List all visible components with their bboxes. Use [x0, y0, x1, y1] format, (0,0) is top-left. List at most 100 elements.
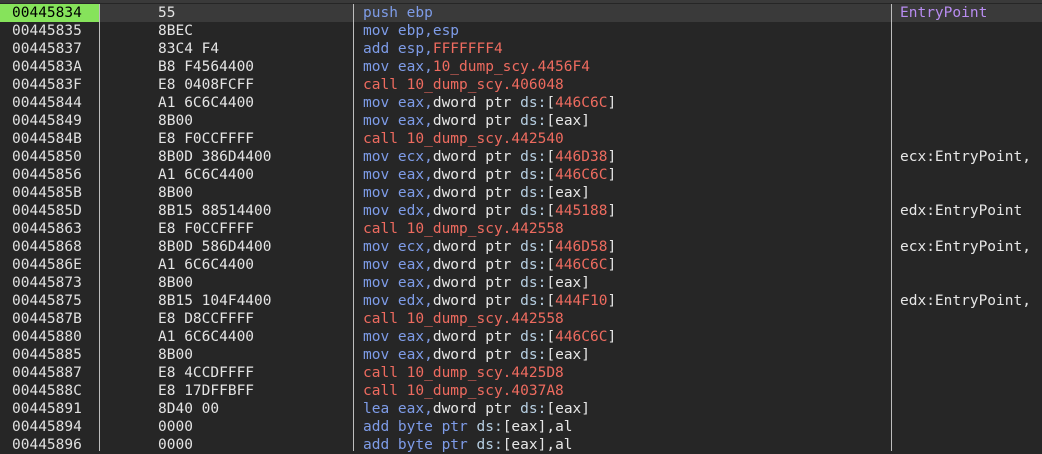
bytes-cell[interactable]: 0000 — [158, 436, 348, 454]
address-cell[interactable]: 00445850 — [0, 148, 99, 166]
address-cell[interactable]: 0044583A — [0, 58, 99, 76]
disasm-row[interactable]: 00445875 8B15 104F4400 mov edx,dword ptr d… — [0, 292, 1042, 310]
disasm-row[interactable]: 00445837 83C4 F4 add esp,FFFFFFF4 — [0, 40, 1042, 58]
bytes-cell[interactable]: E8 17DFFBFF — [158, 382, 348, 400]
comment-cell[interactable] — [900, 40, 1042, 58]
bytes-cell[interactable]: 8B0D 386D4400 — [158, 148, 348, 166]
address-cell[interactable]: 00445896 — [0, 436, 99, 454]
instruction-cell[interactable]: add esp,FFFFFFF4 — [363, 40, 888, 58]
instruction-cell[interactable]: mov eax,dword ptr ds:[446C6C] — [363, 166, 888, 184]
address-cell[interactable]: 00445880 — [0, 328, 99, 346]
disasm-row[interactable]: 0044587B E8 D8CCFFFF call 10_dump_scy.4425… — [0, 310, 1042, 328]
instruction-cell[interactable]: mov ecx,dword ptr ds:[446D58] — [363, 238, 888, 256]
bytes-cell[interactable]: E8 D8CCFFFF — [158, 310, 348, 328]
address-cell[interactable]: 0044585D — [0, 202, 99, 220]
comment-cell[interactable]: edx:EntryPoint, — [900, 292, 1042, 310]
bytes-cell[interactable]: 8B0D 586D4400 — [158, 238, 348, 256]
instruction-cell[interactable]: mov ecx,dword ptr ds:[446D38] — [363, 148, 888, 166]
bytes-cell[interactable]: 8B15 104F4400 — [158, 292, 348, 310]
bytes-cell[interactable]: E8 F0CCFFFF — [158, 130, 348, 148]
disasm-row[interactable]: 00445896 0000 add byte ptr ds:[eax],al — [0, 436, 1042, 454]
address-cell[interactable]: 00445856 — [0, 166, 99, 184]
address-cell[interactable]: 0044584B — [0, 130, 99, 148]
disasm-row[interactable]: 00445849 8B00 mov eax,dword ptr ds:[eax] — [0, 112, 1042, 130]
disasm-row[interactable]: 0044588C E8 17DFFBFF call 10_dump_scy.4037… — [0, 382, 1042, 400]
comment-cell[interactable] — [900, 310, 1042, 328]
bytes-cell[interactable]: 8B00 — [158, 346, 348, 364]
comment-cell[interactable] — [900, 130, 1042, 148]
instruction-cell[interactable]: mov ebp,esp — [363, 22, 888, 40]
bytes-cell[interactable]: A1 6C6C4400 — [158, 94, 348, 112]
comment-cell[interactable]: EntryPoint — [900, 4, 1042, 22]
address-cell[interactable]: 00445863 — [0, 220, 99, 238]
instruction-cell[interactable]: mov eax,dword ptr ds:[eax] — [363, 184, 888, 202]
address-cell[interactable]: 00445887 — [0, 364, 99, 382]
instruction-cell[interactable]: lea eax,dword ptr ds:[eax] — [363, 400, 888, 418]
comment-cell[interactable] — [900, 112, 1042, 130]
address-cell[interactable]: 00445875 — [0, 292, 99, 310]
comment-cell[interactable] — [900, 184, 1042, 202]
bytes-cell[interactable]: 8B00 — [158, 274, 348, 292]
comment-cell[interactable] — [900, 166, 1042, 184]
disasm-row[interactable]: 00445856 A1 6C6C4400 mov eax,dword ptr ds:… — [0, 166, 1042, 184]
bytes-cell[interactable]: A1 6C6C4400 — [158, 256, 348, 274]
instruction-cell[interactable]: mov eax,dword ptr ds:[446C6C] — [363, 256, 888, 274]
bytes-cell[interactable]: A1 6C6C4400 — [158, 328, 348, 346]
instruction-cell[interactable]: call 10_dump_scy.442540 — [363, 130, 888, 148]
bytes-cell[interactable]: 8B00 — [158, 184, 348, 202]
disasm-row[interactable]: 00445868 8B0D 586D4400 mov ecx,dword ptr d… — [0, 238, 1042, 256]
address-cell[interactable]: 00445868 — [0, 238, 99, 256]
disassembly-view[interactable]: 00445834 55 push ebp EntryPoint 00445835 8BEC… — [0, 4, 1042, 454]
disasm-row[interactable]: 00445850 8B0D 386D4400 mov ecx,dword ptr d… — [0, 148, 1042, 166]
bytes-cell[interactable]: B8 F4564400 — [158, 58, 348, 76]
address-cell[interactable]: 00445844 — [0, 94, 99, 112]
instruction-cell[interactable]: mov eax,dword ptr ds:[446C6C] — [363, 328, 888, 346]
bytes-cell[interactable]: E8 4CCDFFFF — [158, 364, 348, 382]
bytes-cell[interactable]: 8B15 88514400 — [158, 202, 348, 220]
disasm-row[interactable]: 0044583A B8 F4564400 mov eax,10_dump_scy.4… — [0, 58, 1042, 76]
instruction-cell[interactable]: mov eax,10_dump_scy.4456F4 — [363, 58, 888, 76]
bytes-cell[interactable]: 8D40 00 — [158, 400, 348, 418]
comment-cell[interactable] — [900, 58, 1042, 76]
address-cell[interactable]: 00445834 — [0, 4, 99, 22]
comment-cell[interactable] — [900, 400, 1042, 418]
disasm-row[interactable]: 00445885 8B00 mov eax,dword ptr ds:[eax] — [0, 346, 1042, 364]
comment-cell[interactable] — [900, 328, 1042, 346]
instruction-cell[interactable]: mov eax,dword ptr ds:[eax] — [363, 346, 888, 364]
comment-cell[interactable] — [900, 256, 1042, 274]
address-cell[interactable]: 00445894 — [0, 418, 99, 436]
comment-cell[interactable] — [900, 76, 1042, 94]
bytes-cell[interactable]: 8B00 — [158, 112, 348, 130]
address-cell[interactable]: 00445835 — [0, 22, 99, 40]
bytes-cell[interactable]: 0000 — [158, 418, 348, 436]
address-cell[interactable]: 00445891 — [0, 400, 99, 418]
disasm-row[interactable]: 00445894 0000 add byte ptr ds:[eax],al — [0, 418, 1042, 436]
comment-cell[interactable]: edx:EntryPoint — [900, 202, 1042, 220]
disasm-row[interactable]: 00445891 8D40 00 lea eax,dword ptr ds:[eax… — [0, 400, 1042, 418]
comment-cell[interactable] — [900, 418, 1042, 436]
disasm-row[interactable]: 0044583F E8 0408FCFF call 10_dump_scy.4060… — [0, 76, 1042, 94]
comment-cell[interactable] — [900, 22, 1042, 40]
address-cell[interactable]: 0044587B — [0, 310, 99, 328]
bytes-cell[interactable]: 83C4 F4 — [158, 40, 348, 58]
disasm-row[interactable]: 00445834 55 push ebp EntryPoint — [0, 4, 1042, 22]
instruction-cell[interactable]: call 10_dump_scy.406048 — [363, 76, 888, 94]
address-cell[interactable]: 00445873 — [0, 274, 99, 292]
disasm-row[interactable]: 0044586E A1 6C6C4400 mov eax,dword ptr ds:… — [0, 256, 1042, 274]
instruction-cell[interactable]: mov eax,dword ptr ds:[eax] — [363, 112, 888, 130]
instruction-cell[interactable]: call 10_dump_scy.442558 — [363, 310, 888, 328]
instruction-cell[interactable]: mov edx,dword ptr ds:[444F10] — [363, 292, 888, 310]
instruction-cell[interactable]: call 10_dump_scy.4425D8 — [363, 364, 888, 382]
bytes-cell[interactable]: 8BEC — [158, 22, 348, 40]
address-cell[interactable]: 00445849 — [0, 112, 99, 130]
comment-cell[interactable] — [900, 382, 1042, 400]
disasm-row[interactable]: 0044585D 8B15 88514400 mov edx,dword ptr d… — [0, 202, 1042, 220]
bytes-cell[interactable]: 55 — [158, 4, 348, 22]
comment-cell[interactable] — [900, 220, 1042, 238]
address-cell[interactable]: 0044583F — [0, 76, 99, 94]
address-cell[interactable]: 00445885 — [0, 346, 99, 364]
disasm-row[interactable]: 0044584B E8 F0CCFFFF call 10_dump_scy.4425… — [0, 130, 1042, 148]
comment-cell[interactable]: ecx:EntryPoint, — [900, 148, 1042, 166]
comment-cell[interactable] — [900, 94, 1042, 112]
disasm-row[interactable]: 00445863 E8 F0CCFFFF call 10_dump_scy.4425… — [0, 220, 1042, 238]
